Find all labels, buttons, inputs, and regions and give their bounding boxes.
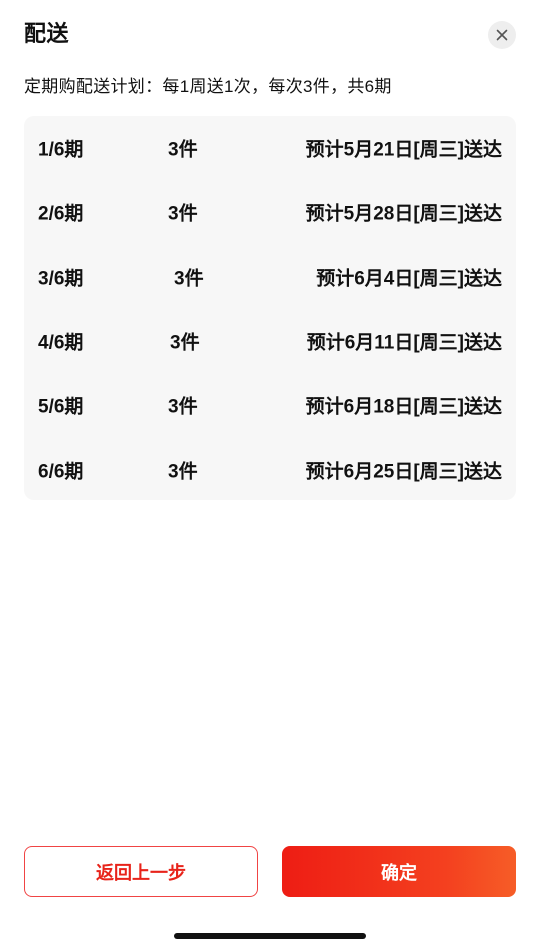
- schedule-row: 6/6期 3件 预计6月25日[周三]送达: [24, 450, 516, 490]
- dialog-title: 配送: [24, 21, 70, 46]
- period-label: 3/6期: [38, 268, 84, 290]
- confirm-button[interactable]: 确定: [282, 846, 516, 897]
- delivery-sheet: 配送 定期购配送计划：每1周送1次，每次3件，共6期 1/6期 3件 预计5月2…: [0, 0, 540, 951]
- eta-label: 预计6月11日[周三]送达: [306, 332, 502, 354]
- quantity-label: 3件: [168, 203, 198, 225]
- period-label: 5/6期: [38, 396, 84, 418]
- period-label: 2/6期: [38, 203, 84, 225]
- eta-label: 预计5月28日[周三]送达: [305, 203, 502, 225]
- period-label: 6/6期: [38, 461, 84, 483]
- schedule-row: 5/6期 3件 预计6月18日[周三]送达: [24, 385, 516, 425]
- close-icon: [496, 29, 508, 41]
- quantity-label: 3件: [168, 396, 198, 418]
- plan-summary: 定期购配送计划：每1周送1次，每次3件，共6期: [24, 77, 392, 96]
- quantity-label: 3件: [168, 139, 198, 161]
- eta-label: 预计6月4日[周三]送达: [316, 268, 502, 290]
- quantity-label: 3件: [170, 332, 200, 354]
- schedule-row: 4/6期 3件 预计6月11日[周三]送达: [24, 321, 516, 361]
- quantity-label: 3件: [168, 461, 198, 483]
- quantity-label: 3件: [174, 268, 204, 290]
- eta-label: 预计5月21日[周三]送达: [305, 139, 502, 161]
- home-indicator[interactable]: [174, 933, 366, 939]
- back-button[interactable]: 返回上一步: [24, 846, 258, 897]
- schedule-panel: 1/6期 3件 预计5月21日[周三]送达 2/6期 3件 预计5月28日[周三…: [24, 116, 516, 500]
- schedule-row: 1/6期 3件 预计5月21日[周三]送达: [24, 128, 516, 168]
- schedule-row: 3/6期 3件 预计6月4日[周三]送达: [24, 257, 516, 297]
- period-label: 1/6期: [38, 139, 84, 161]
- eta-label: 预计6月25日[周三]送达: [305, 461, 502, 483]
- close-button[interactable]: [488, 21, 516, 49]
- period-label: 4/6期: [38, 332, 84, 354]
- schedule-row: 2/6期 3件 预计5月28日[周三]送达: [24, 192, 516, 232]
- eta-label: 预计6月18日[周三]送达: [305, 396, 502, 418]
